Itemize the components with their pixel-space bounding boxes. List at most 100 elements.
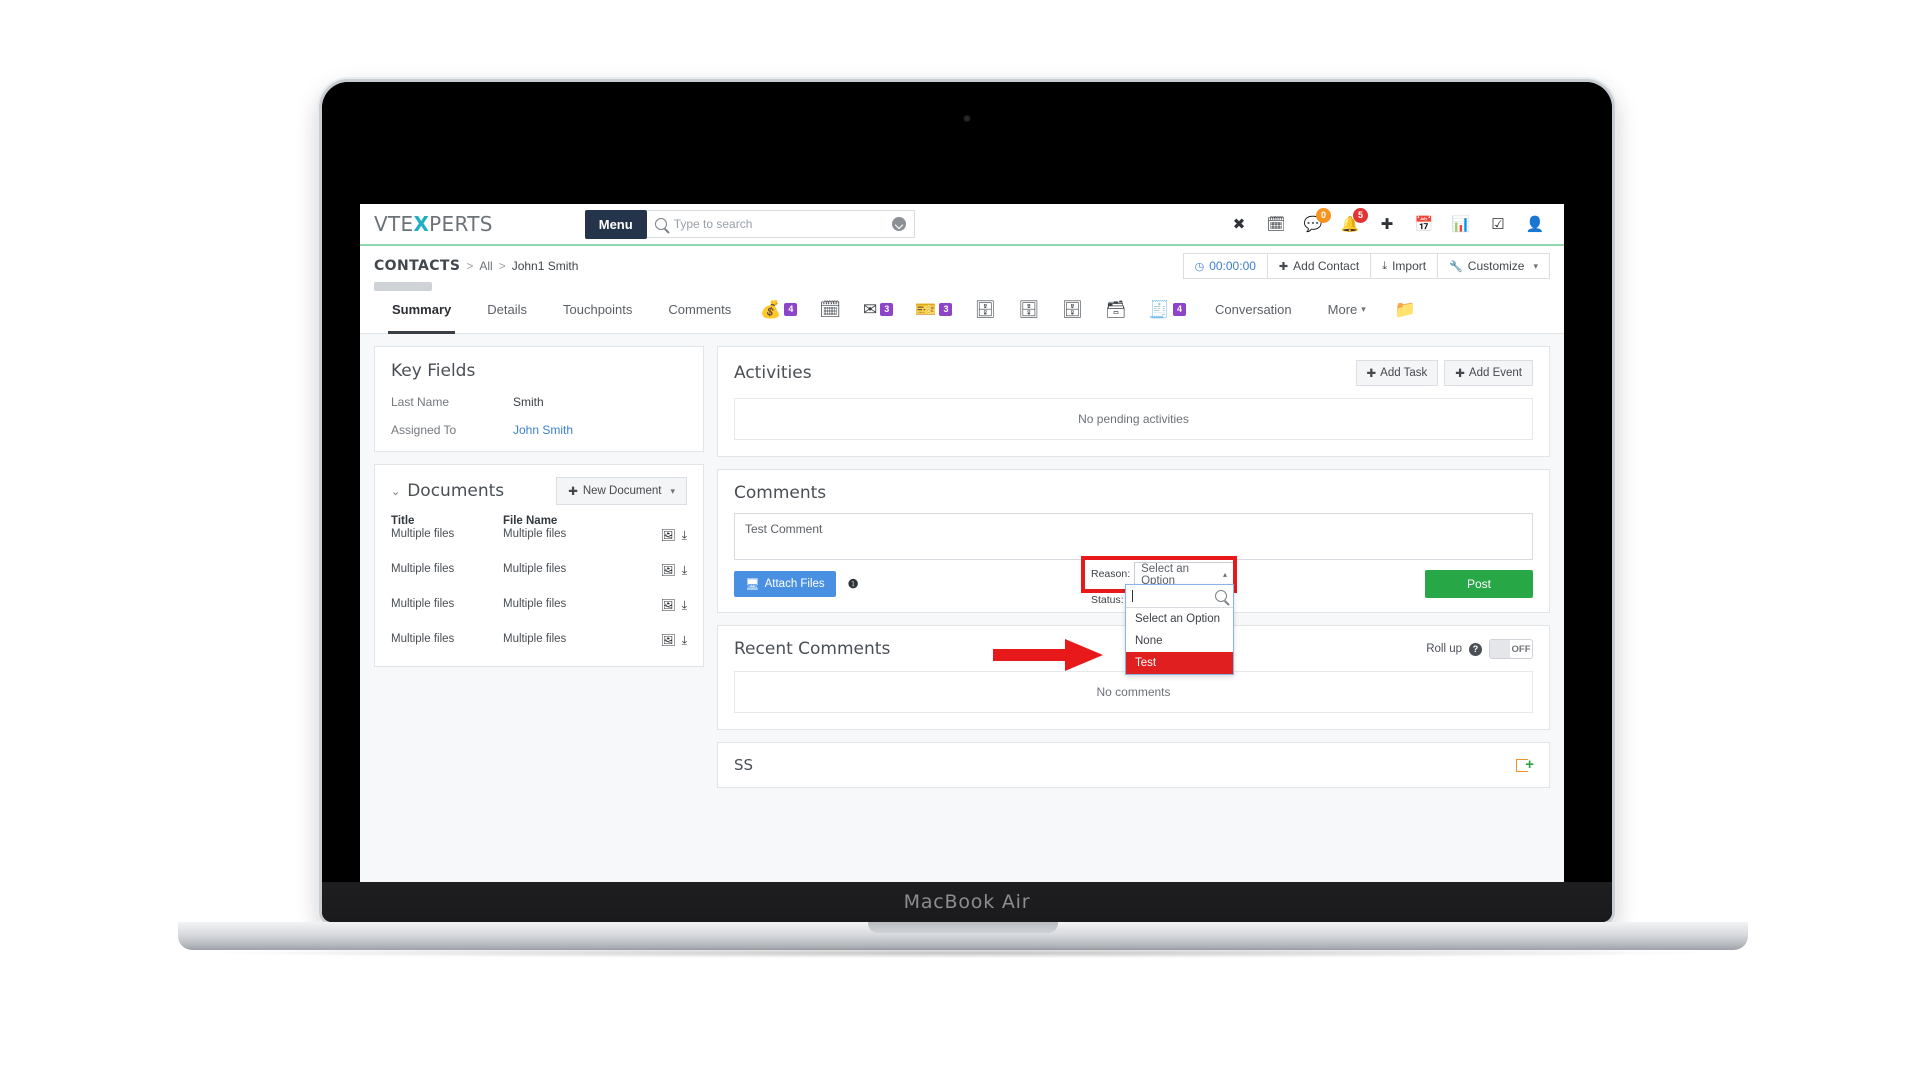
activities-title: Activities	[734, 363, 812, 383]
right-column: Activities ✚ Add Task ✚ Add Event No pen…	[717, 346, 1550, 870]
table-row[interactable]: Multiple files Multiple files 🖼 ⤓	[391, 633, 687, 648]
table-row[interactable]: Multiple files Multiple files 🖼 ⤓	[391, 528, 687, 543]
key-field-row: Last Name Smith	[391, 395, 687, 409]
info-icon[interactable]: ❶	[848, 577, 859, 591]
timer-button[interactable]: ◷ 00:00:00	[1182, 253, 1268, 279]
import-button[interactable]: ⤓ Import	[1370, 253, 1439, 279]
doc-title: Multiple files	[391, 598, 455, 610]
laptop-lid: VTEXPERTS Menu Type to search ✖ 🗓 💬 0 🔔 …	[322, 82, 1612, 922]
ss-panel: SS +	[717, 742, 1550, 788]
bell-icon[interactable]: 🔔 5	[1341, 208, 1368, 233]
dropdown-option-none[interactable]: None	[1126, 630, 1233, 652]
add-task-button[interactable]: ✚ Add Task	[1355, 360, 1439, 386]
monitor-icon: 🖥	[745, 579, 760, 591]
add-event-button[interactable]: ✚ Add Event	[1444, 360, 1533, 386]
rollup-control: Roll up ? OFF	[1426, 639, 1533, 659]
folder-icon: 📁	[1394, 300, 1416, 319]
ticket-icon: 🎫	[915, 300, 937, 319]
sales-order-icon: 🗄	[1061, 300, 1084, 319]
search-filter-chevron-down-icon[interactable]	[891, 217, 906, 231]
documents-title: Documents	[407, 481, 505, 501]
documents-table-header: Title File Name	[391, 515, 687, 527]
chevron-down-icon: ▾	[670, 485, 675, 496]
tab-invoices[interactable]: 🧾 4	[1138, 286, 1197, 334]
logo-text-post: PERTS	[429, 212, 493, 236]
calendar-check-icon[interactable]: 🗓	[1266, 215, 1285, 233]
toggle-state-label: OFF	[1511, 643, 1531, 655]
tab-summary[interactable]: Summary	[374, 286, 469, 334]
doc-title: Multiple files	[391, 563, 455, 575]
add-contact-button[interactable]: ✚ Add Contact	[1266, 253, 1372, 279]
global-search-box[interactable]: Type to search	[646, 210, 915, 238]
dropdown-option-select-an-option[interactable]: Select an Option	[1126, 608, 1233, 630]
breadcrumb-module[interactable]: CONTACTS	[374, 258, 460, 274]
key-fields-title: Key Fields	[391, 361, 476, 381]
key-field-value[interactable]: Smith	[513, 395, 544, 409]
tab-comments[interactable]: Comments	[650, 286, 749, 334]
search-input[interactable]: Type to search	[674, 217, 892, 231]
key-field-label: Last Name	[391, 395, 450, 409]
status-label: Status:	[1091, 594, 1124, 606]
tab-folder[interactable]: 📁	[1384, 286, 1427, 334]
download-icon[interactable]: ⤓	[682, 598, 687, 613]
doc-title: Multiple files	[391, 633, 455, 645]
reason-dropdown-popup: Select an Option None Test	[1125, 584, 1234, 675]
tab-more[interactable]: More ▾	[1310, 286, 1384, 334]
tab-quotes[interactable]: 🗄	[963, 286, 1007, 334]
doc-file-name: Multiple files	[503, 598, 567, 610]
tab-products[interactable]: 🗃	[1094, 286, 1138, 334]
breadcrumb-list[interactable]: All	[479, 259, 492, 273]
breadcrumb-record: John1 Smith	[511, 259, 579, 273]
user-icon[interactable]: 👤	[1526, 215, 1545, 233]
x-app-icon[interactable]: ✖	[1230, 215, 1248, 233]
tab-conversation[interactable]: Conversation	[1197, 286, 1310, 334]
assigned-to-link[interactable]: John Smith	[513, 423, 573, 437]
tab-touchpoints[interactable]: Touchpoints	[545, 286, 650, 334]
reason-selected-value: Select an Option	[1141, 562, 1190, 587]
chat-icon[interactable]: 💬 0	[1304, 208, 1331, 233]
chat-badge: 0	[1316, 208, 1331, 223]
rollup-toggle[interactable]: OFF	[1489, 639, 1533, 659]
tab-opportunities[interactable]: 💰 4	[749, 286, 808, 334]
table-row[interactable]: Multiple files Multiple files 🖼 ⤓	[391, 563, 687, 578]
image-preview-icon[interactable]: 🖼	[660, 598, 675, 613]
documents-header: ⌄ Documents ✚ New Document ▾	[375, 465, 703, 511]
download-icon[interactable]: ⤓	[682, 563, 687, 578]
column-title: Title	[391, 515, 415, 527]
checkbox-icon[interactable]: ☑	[1489, 215, 1507, 233]
toggle-knob	[1490, 640, 1510, 658]
chart-icon[interactable]: 📊	[1452, 215, 1471, 233]
new-document-button[interactable]: ✚ New Document ▾	[556, 477, 687, 505]
help-icon[interactable]: ?	[1469, 642, 1482, 656]
dropdown-option-test[interactable]: Test	[1126, 652, 1233, 674]
tab-tickets[interactable]: 🎫 3	[904, 286, 963, 334]
dropdown-search-input[interactable]	[1126, 585, 1233, 608]
image-preview-icon[interactable]: 🖼	[660, 563, 675, 578]
tab-calendar[interactable]: 🗓	[808, 286, 852, 334]
menu-button[interactable]: Menu	[584, 209, 647, 239]
calendar-icon[interactable]: 📅	[1415, 215, 1434, 233]
tab-purchase-orders[interactable]: 🗄	[1007, 286, 1051, 334]
download-icon[interactable]: ⤓	[682, 528, 687, 543]
image-preview-icon[interactable]: 🖼	[660, 528, 675, 543]
tab-sales-orders[interactable]: 🗄	[1051, 286, 1095, 334]
laptop-chin: MacBook Air	[322, 882, 1612, 922]
tab-details[interactable]: Details	[469, 286, 545, 334]
laptop-screen: VTEXPERTS Menu Type to search ✖ 🗓 💬 0 🔔 …	[322, 82, 1612, 922]
chevron-down-icon[interactable]: ⌄	[391, 485, 400, 498]
doc-file-name: Multiple files	[503, 563, 567, 575]
text-cursor	[1132, 590, 1133, 602]
attach-files-button[interactable]: 🖥 Attach Files	[734, 571, 836, 597]
add-folder-icon[interactable]: +	[1516, 757, 1534, 774]
tab-badge: 3	[939, 303, 953, 316]
customize-button[interactable]: 🔧 Customize ▾	[1437, 253, 1550, 279]
plus-circle-icon[interactable]: ✚	[1378, 215, 1396, 233]
app-logo[interactable]: VTEXPERTS	[374, 212, 493, 236]
comment-textarea[interactable]: Test Comment	[734, 513, 1533, 560]
download-icon[interactable]: ⤓	[682, 633, 687, 648]
laptop-base	[178, 922, 1748, 950]
image-preview-icon[interactable]: 🖼	[660, 633, 675, 648]
post-button[interactable]: Post	[1425, 570, 1533, 598]
tab-emails[interactable]: ✉ 3	[852, 286, 904, 334]
table-row[interactable]: Multiple files Multiple files 🖼 ⤓	[391, 598, 687, 613]
